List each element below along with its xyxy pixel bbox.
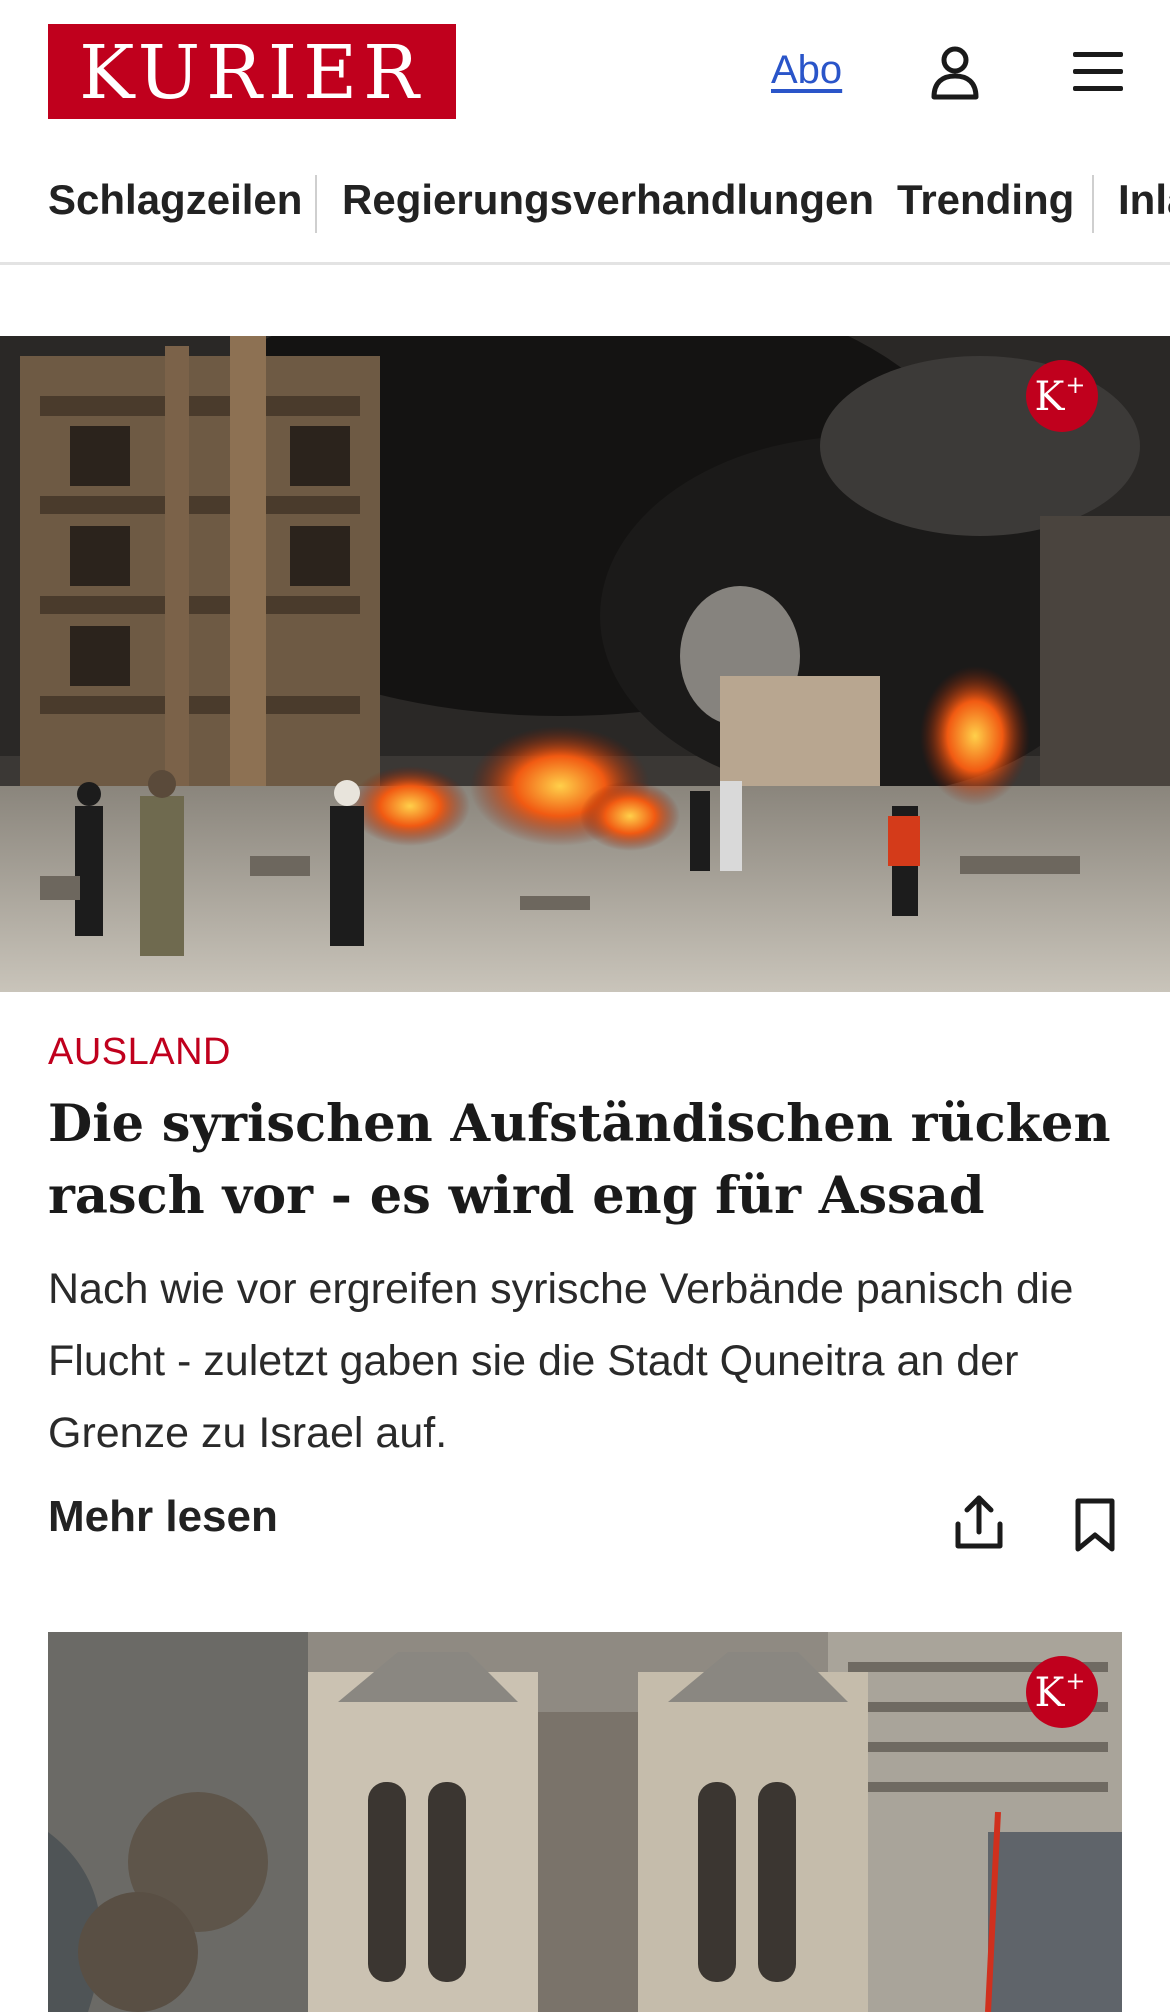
read-more-link[interactable]: Mehr lesen: [48, 1492, 278, 1542]
user-account-button[interactable]: [925, 42, 985, 102]
logo-text: KURIER: [79, 29, 425, 116]
article-category[interactable]: AUSLAND: [48, 1031, 231, 1074]
section-nav: Schlagzeilen Regierungsverhandlungen Tre…: [0, 165, 1170, 265]
premium-badge-k: K+: [1034, 371, 1086, 420]
share-button[interactable]: [952, 1492, 1006, 1552]
article-photo: [0, 336, 1170, 992]
share-icon: [955, 1495, 1003, 1549]
nav-tab-schlagzeilen[interactable]: Schlagzeilen: [48, 179, 302, 221]
nav-divider: [315, 175, 317, 233]
bookmark-button[interactable]: [1072, 1497, 1118, 1553]
article-image-syria[interactable]: K+: [0, 336, 1170, 992]
abo-link[interactable]: Abo: [771, 48, 842, 93]
article-teaser: Nach wie vor ergreifen syrische Verbände…: [48, 1265, 1074, 1457]
nav-divider: [1092, 175, 1094, 233]
bookmark-icon: [1075, 1498, 1115, 1552]
article-headline[interactable]: Die syrischen Aufständischen rücken rasc…: [48, 1088, 1118, 1232]
premium-badge: K+: [1026, 1656, 1098, 1728]
premium-badge: K+: [1026, 360, 1098, 432]
article-image-notre-dame[interactable]: K+: [48, 1632, 1122, 2012]
article-photo: [48, 1632, 1122, 2012]
nav-tab-inland[interactable]: Inland: [1118, 179, 1170, 221]
hamburger-menu-icon: [1073, 52, 1123, 91]
kurier-logo[interactable]: KURIER: [48, 24, 456, 119]
user-icon: [931, 46, 979, 100]
nav-tab-regierungsverhandlungen[interactable]: Regierungsverhandlungen: [342, 179, 874, 221]
site-header: KURIER Abo: [0, 0, 1170, 145]
premium-badge-k: K+: [1034, 1667, 1086, 1716]
nav-tab-trending[interactable]: Trending: [897, 179, 1074, 221]
menu-button[interactable]: [1068, 42, 1128, 102]
